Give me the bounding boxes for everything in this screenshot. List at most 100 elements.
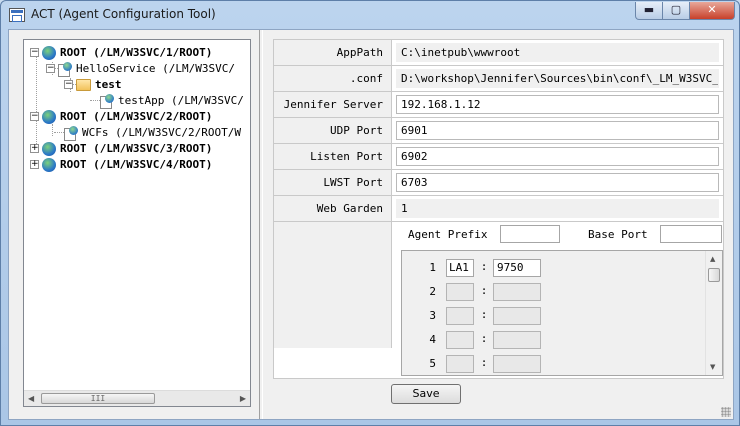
tree-horizontal-scrollbar[interactable]: ◀ III ▶ [24,390,250,406]
agent-separator: : [480,260,488,273]
tree-node-testapp[interactable]: testApp (/LM/W3SVC/ [100,93,244,109]
agent-prefix-field[interactable] [446,307,474,325]
agent-list: 1 LA1 : 9750 2 : 3 : 4: 5: ▲ ▼ [401,250,723,376]
minimize-button[interactable]: ▬ [635,2,663,20]
scroll-left-icon[interactable]: ◀ [28,394,34,403]
agent-separator: : [480,332,488,345]
tree-node-label: testApp (/LM/W3SVC/ [118,94,244,107]
row-udp-port: UDP Port 6901 [274,118,723,144]
agent-prefix-field[interactable] [446,283,474,301]
tree-line [36,54,37,150]
row-lwst-port: LWST Port 6703 [274,170,723,196]
conf-value: D:\workshop\Jennifer\Sources\bin\conf\_L… [396,69,719,88]
agent-port-field[interactable] [493,355,541,373]
close-button[interactable]: ✕ [689,2,735,20]
agent-row-number: 5 [429,357,436,370]
collapse-icon[interactable]: − [64,80,73,89]
app-window: ACT (Agent Configuration Tool) ▬ ▢ ✕ − R… [0,0,740,426]
agent-row-number: 2 [429,285,436,298]
splitter[interactable] [259,30,263,419]
scroll-up-icon[interactable]: ▲ [710,255,715,263]
globe-icon [42,141,56,156]
row-listen-port: Listen Port 6902 [274,144,723,170]
listen-port-input[interactable]: 6902 [396,147,719,166]
tree-node-root-4[interactable]: + ROOT (/LM/W3SVC/4/ROOT) [30,157,212,172]
site-tree-view[interactable]: − ROOT (/LM/W3SVC/1/ROOT) − HelloService… [23,39,251,407]
web-app-icon [58,61,72,77]
agent-row-number: 3 [429,309,436,322]
tree-content: − ROOT (/LM/W3SVC/1/ROOT) − HelloService… [24,40,250,390]
agent-section-label-cell [274,222,392,348]
row-conf: .conf D:\workshop\Jennifer\Sources\bin\c… [274,66,723,92]
scrollbar-thumb[interactable] [708,268,720,282]
row-jennifer-server: Jennifer Server 192.168.1.12 [274,92,723,118]
tree-node-wcfs[interactable]: WCFs (/LM/W3SVC/2/ROOT/W [64,125,241,141]
agent-prefix-label: Agent Prefix [408,228,488,241]
save-button[interactable]: Save [391,384,461,404]
agent-separator: : [480,308,488,321]
lwst-port-input[interactable]: 6703 [396,173,719,192]
resize-grip-icon[interactable] [721,407,731,417]
agent-list-scrollbar[interactable]: ▲ ▼ [705,251,722,375]
app-path-value: C:\inetpub\wwwroot [396,43,719,62]
base-port-label: Base Port [588,228,648,241]
agent-prefix-field[interactable]: LA1 [446,259,474,277]
maximize-button[interactable]: ▢ [662,2,690,20]
tree-node-root-1[interactable]: − ROOT (/LM/W3SVC/1/ROOT) [30,45,212,60]
app-path-label: AppPath [274,40,392,65]
agent-separator: : [480,356,488,369]
agent-port-field[interactable]: 9750 [493,259,541,277]
base-port-input[interactable] [660,225,722,243]
web-garden-label: Web Garden [274,196,392,221]
udp-port-input[interactable]: 6901 [396,121,719,140]
tree-node-label: test [95,78,122,91]
agent-row: 2 : [402,282,702,302]
agent-port-field[interactable] [493,307,541,325]
agent-row-number: 1 [429,261,436,274]
tree-node-test[interactable]: − test [64,77,122,92]
globe-icon [42,109,56,124]
scroll-right-icon[interactable]: ▶ [240,394,246,403]
property-grid: AppPath C:\inetpub\wwwroot .conf D:\work… [273,39,724,379]
globe-icon [42,157,56,172]
web-app-icon [100,93,114,109]
tree-node-label: HelloService (/LM/W3SVC/ [76,62,235,75]
collapse-icon[interactable]: − [46,64,55,73]
collapse-icon[interactable]: − [30,48,39,57]
tree-node-root-3[interactable]: + ROOT (/LM/W3SVC/3/ROOT) [30,141,212,156]
tree-line [52,124,53,136]
agent-prefix-field[interactable] [446,331,474,349]
agent-row-number: 4 [429,333,436,346]
agent-prefix-input[interactable] [500,225,560,243]
row-app-path: AppPath C:\inetpub\wwwroot [274,40,723,66]
collapse-icon[interactable]: − [30,112,39,121]
tree-node-root-2[interactable]: − ROOT (/LM/W3SVC/2/ROOT) [30,109,212,124]
tree-node-helloservice[interactable]: − HelloService (/LM/W3SVC/ [46,61,235,77]
app-icon [9,8,25,22]
agent-port-field[interactable] [493,331,541,349]
tree-node-label: WCFs (/LM/W3SVC/2/ROOT/W [82,126,241,139]
client-area: − ROOT (/LM/W3SVC/1/ROOT) − HelloService… [8,29,734,420]
agent-section: Agent Prefix Base Port 1 LA1 : 9750 2 : [274,222,723,376]
expand-icon[interactable]: + [30,160,39,169]
agent-row: 1 LA1 : 9750 [402,258,702,278]
globe-icon [42,45,56,60]
tree-node-label: ROOT (/LM/W3SVC/4/ROOT) [60,158,213,171]
tree-node-label: ROOT (/LM/W3SVC/3/ROOT) [60,142,213,155]
lwst-port-label: LWST Port [274,170,392,195]
window-title: ACT (Agent Configuration Tool) [31,7,216,21]
agent-row: 3 : [402,306,702,326]
jennifer-server-input[interactable]: 192.168.1.12 [396,95,719,114]
agent-row: 5 : [402,354,702,374]
agent-port-field[interactable] [493,283,541,301]
scroll-down-icon[interactable]: ▼ [710,363,715,371]
agent-separator: : [480,284,488,297]
agent-prefix-field[interactable] [446,355,474,373]
expand-icon[interactable]: + [30,144,39,153]
title-bar[interactable]: ACT (Agent Configuration Tool) ▬ ▢ ✕ [1,1,739,29]
web-garden-value: 1 [396,199,719,218]
row-web-garden: Web Garden 1 [274,196,723,222]
agent-row: 4 : [402,330,702,350]
tree-node-label: ROOT (/LM/W3SVC/1/ROOT) [60,46,213,59]
scrollbar-thumb[interactable]: III [41,393,155,404]
